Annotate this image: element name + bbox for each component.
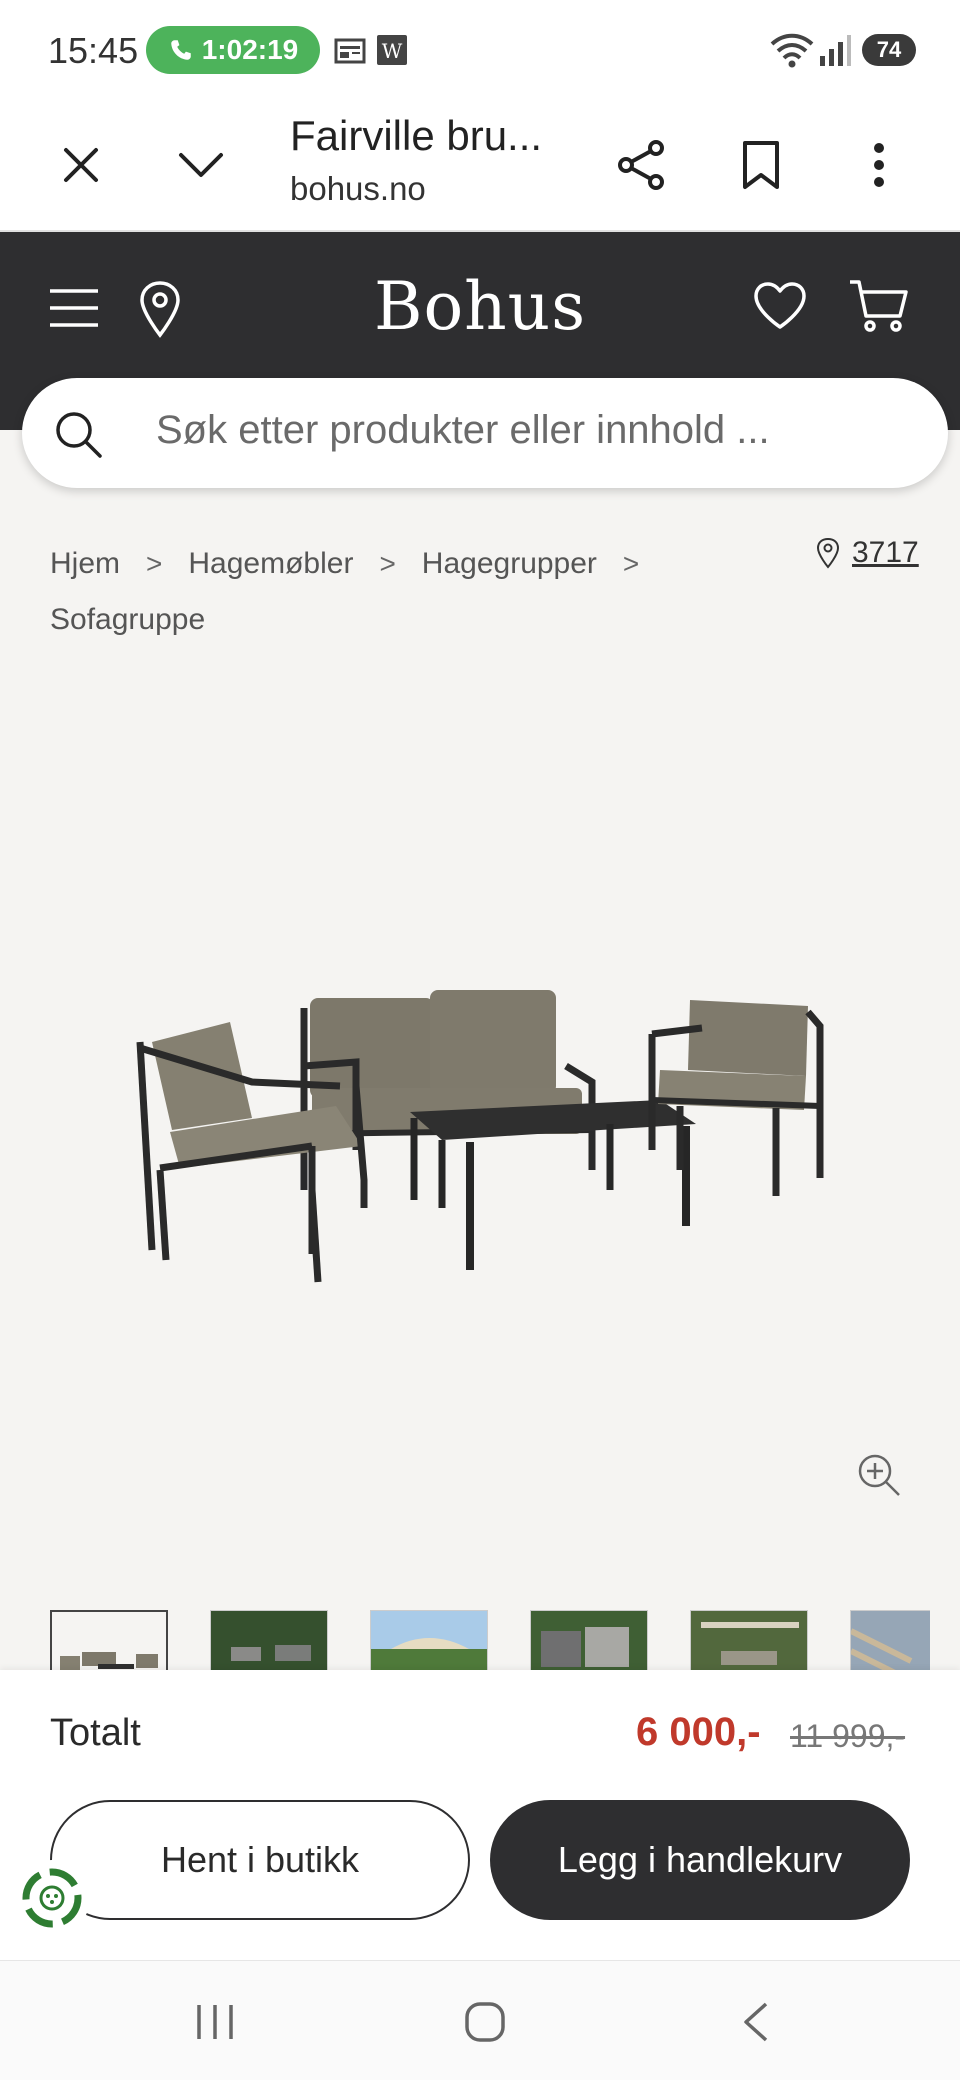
browser-toolbar: Fairville bru... bohus.no [0,100,960,232]
thumbnail-strip [50,1610,930,1670]
cart-button[interactable] [846,274,912,338]
share-icon [618,140,664,190]
page-title: Fairville bru... [290,112,543,159]
phone-bluetooth-icon [170,40,191,60]
product-image[interactable] [0,630,960,1590]
chevron-down-icon [179,153,223,177]
breadcrumb-home[interactable]: Hjem [50,547,120,580]
current-price: 6 000,- [636,1710,761,1754]
recent-apps-icon [197,2005,233,2039]
more-icon [874,143,884,187]
selected-store[interactable]: 3717 [816,536,919,570]
call-indicator[interactable]: 1:02:19 [146,26,320,74]
total-label: Totalt [50,1712,141,1754]
original-price: 11 999,- [790,1718,906,1754]
thumbnail-2[interactable] [210,1610,328,1670]
zoom-in-icon [858,1454,900,1496]
add-to-cart-button[interactable]: Legg i handlekurv [490,1800,910,1920]
news-icon [334,38,366,64]
product-content: Hjem > Hagemøbler > Hagegrupper > Sofagruppe … [0,430,960,1670]
page: 15:45 1:02:19 W 74 Fairville bru... bohu… [0,0,960,2080]
close-icon [64,148,98,182]
w-app-icon: W [377,35,407,65]
menu-button[interactable] [44,278,104,338]
share-button[interactable] [606,130,676,200]
back-icon [744,2002,768,2042]
wifi-icon [770,33,814,68]
page-url[interactable]: bohus.no [290,170,426,208]
breadcrumb-hagemobler[interactable]: Hagemøbler [188,547,353,580]
search-input[interactable] [156,408,916,453]
thumbnail-1[interactable] [50,1610,168,1670]
thumbnail-3[interactable] [370,1610,488,1670]
collapse-button[interactable] [166,130,236,200]
breadcrumb-hagegrupper[interactable]: Hagegrupper [422,547,597,580]
call-timer: 1:02:19 [201,34,299,65]
store-locator-button[interactable] [130,274,190,344]
chevron-right-icon: > [146,548,163,579]
eco-badge[interactable] [14,1860,90,1936]
system-nav-bar [0,1960,960,2080]
battery-icon: 74 [862,34,916,66]
bohus-logo[interactable]: Bohus [330,268,630,345]
bookmark-icon [743,141,779,189]
chevron-right-icon: > [379,548,396,579]
chevron-right-icon: > [622,548,640,579]
search-icon [56,412,102,458]
status-time: 15:45 [48,30,139,71]
thumbnail-4[interactable] [530,1610,648,1670]
more-button[interactable] [844,130,914,200]
location-pin-icon [816,537,840,569]
recent-apps-button[interactable] [180,1987,250,2057]
bookmark-button[interactable] [726,130,796,200]
buy-bar: Totalt 6 000,- 11 999,- Hent i butikk Le… [0,1670,960,1960]
status-bar: 15:45 1:02:19 W 74 [0,0,960,100]
home-icon [465,2002,505,2042]
back-button[interactable] [720,1987,790,2057]
wishlist-button[interactable] [748,276,812,336]
menu-icon [50,289,98,327]
home-button[interactable] [450,1987,520,2057]
store-number: 3717 [852,536,919,569]
search-bar[interactable] [22,378,948,488]
svg-text:W: W [382,39,403,63]
zoom-button[interactable] [856,1452,902,1503]
signal-icon [820,35,851,66]
thumbnail-6[interactable] [850,1610,930,1670]
thumbnail-5[interactable] [690,1610,808,1670]
pickup-in-store-button[interactable]: Hent i butikk [50,1800,470,1920]
outdoor-sofa-group-image [136,990,824,1283]
cart-icon [850,280,908,332]
heart-icon [754,282,806,329]
recycle-icon [22,1868,82,1928]
close-button[interactable] [46,130,116,200]
location-pin-icon [140,281,180,338]
